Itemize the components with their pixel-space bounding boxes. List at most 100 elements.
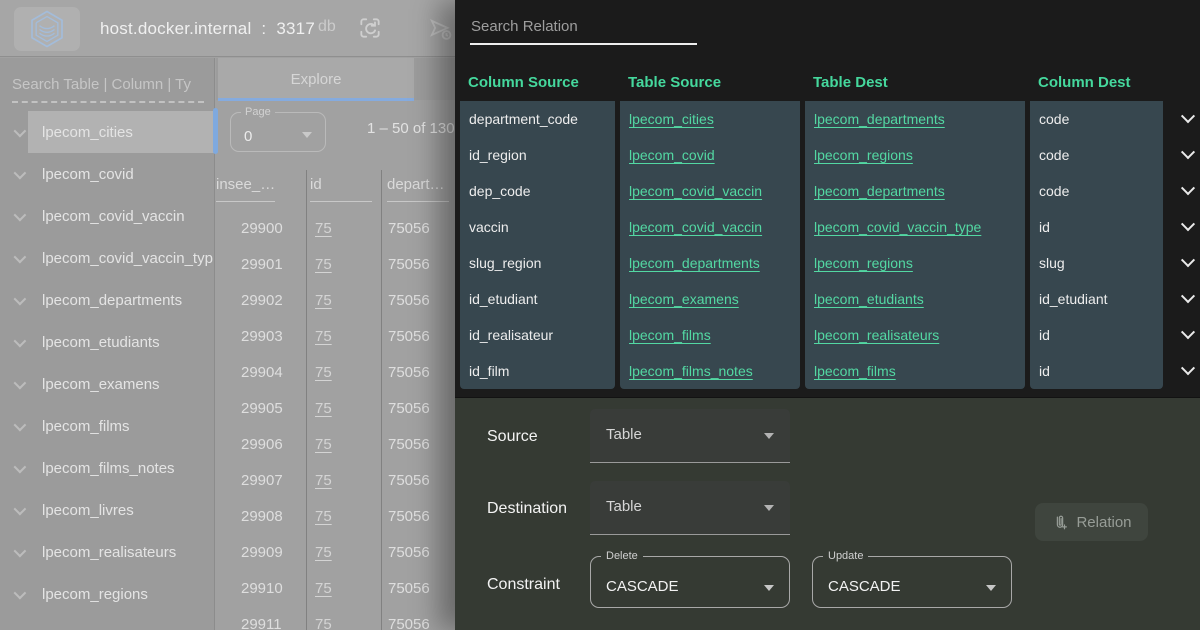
- relation-table-source-link[interactable]: lpecom_cities: [629, 111, 714, 127]
- update-legend: Update: [823, 550, 868, 562]
- chevron-down-icon[interactable]: [14, 418, 27, 431]
- relation-table-dest-link[interactable]: lpecom_departments: [814, 111, 945, 127]
- relation-table-source-link[interactable]: lpecom_departments: [629, 255, 760, 271]
- source-select[interactable]: Table: [590, 409, 790, 463]
- cell-department-link[interactable]: 75: [306, 400, 381, 417]
- sidebar-table-item[interactable]: lpecom_regions: [0, 573, 214, 615]
- relation-table-dest-link[interactable]: lpecom_covid_vaccin_type: [814, 219, 981, 235]
- expand-chevron-icon[interactable]: [1181, 181, 1195, 195]
- table-name: lpecom_regions: [42, 586, 148, 603]
- cell-department-link[interactable]: 75: [306, 292, 381, 309]
- relation-form: Source Table Destination Table Constrain…: [455, 397, 1200, 630]
- chevron-down-icon[interactable]: [14, 544, 27, 557]
- expand-chevron-icon[interactable]: [1181, 253, 1195, 267]
- grid-column-header[interactable]: depart…: [387, 176, 449, 202]
- update-constraint-select[interactable]: Update CASCADE: [812, 550, 1012, 608]
- expand-chevron-icon[interactable]: [1181, 109, 1195, 123]
- cell-department-link[interactable]: 75: [306, 436, 381, 453]
- cell-department-link[interactable]: 75: [306, 220, 381, 237]
- delete-constraint-value: CASCADE: [606, 578, 679, 595]
- relation-table-source-link[interactable]: lpecom_covid_vaccin: [629, 219, 762, 235]
- cell-department-link[interactable]: 75: [306, 328, 381, 345]
- relation-table-source-link[interactable]: lpecom_covid: [629, 147, 715, 163]
- cell-insee: 75056: [381, 472, 430, 489]
- relation-table-source-link[interactable]: lpecom_examens: [629, 291, 739, 307]
- expand-chevron-icon[interactable]: [1181, 325, 1195, 339]
- cell-department-link[interactable]: 75: [306, 544, 381, 561]
- page-select[interactable]: Page 0: [230, 106, 326, 152]
- cell-insee: 75056: [381, 256, 430, 273]
- chevron-down-icon[interactable]: [14, 292, 27, 305]
- relation-table-dest-link[interactable]: lpecom_departments: [814, 183, 945, 199]
- chevron-down-icon[interactable]: [14, 460, 27, 473]
- cell-department-link[interactable]: 75: [306, 508, 381, 525]
- relation-table-dest-link[interactable]: lpecom_regions: [814, 147, 913, 163]
- relation-table-source-link[interactable]: lpecom_films: [629, 327, 711, 343]
- expand-chevron-icon[interactable]: [1181, 217, 1195, 231]
- explore-panel: Explore Page 0 1 – 50 of 1304 id: [216, 58, 455, 630]
- add-relation-button[interactable]: Relation: [1035, 503, 1148, 541]
- chevron-down-icon[interactable]: [14, 124, 27, 137]
- sidebar-table-item[interactable]: lpecom_examens: [0, 363, 214, 405]
- send-schedule-icon[interactable]: [427, 16, 453, 42]
- relation-table-dest-link[interactable]: lpecom_regions: [814, 255, 913, 271]
- app-logo[interactable]: [14, 7, 80, 51]
- add-relation-button-label: Relation: [1076, 514, 1131, 531]
- expand-chevron-icon[interactable]: [1181, 145, 1195, 159]
- search-table-input[interactable]: [12, 72, 204, 103]
- relation-search: [470, 12, 697, 45]
- relation-table-dest-link[interactable]: lpecom_films: [814, 363, 896, 379]
- cell-department-link[interactable]: 75: [306, 256, 381, 273]
- tab-explore[interactable]: Explore: [218, 58, 414, 100]
- destination-select[interactable]: Table: [590, 481, 790, 535]
- table-name: lpecom_films: [42, 418, 130, 435]
- relation-column-source: id_film: [460, 353, 615, 389]
- delete-legend: Delete: [601, 550, 643, 562]
- cell-id: 29910: [216, 580, 306, 597]
- sidebar-table-item[interactable]: lpecom_realisateurs: [0, 531, 214, 573]
- relation-table-source-link[interactable]: lpecom_films_notes: [629, 363, 753, 379]
- chevron-down-icon[interactable]: [14, 334, 27, 347]
- chevron-down-icon[interactable]: [14, 166, 27, 179]
- cell-insee: 75056: [381, 616, 430, 630]
- grid-column-header[interactable]: id: [310, 176, 372, 202]
- expand-chevron-icon[interactable]: [1181, 361, 1195, 375]
- sidebar-table-item[interactable]: lpecom_films_notes: [0, 447, 214, 489]
- chevron-down-icon[interactable]: [14, 586, 27, 599]
- cell-department-link[interactable]: 75: [306, 616, 381, 630]
- relation-column-source: id_region: [460, 137, 615, 173]
- sidebar-table-item[interactable]: lpecom_cities: [0, 111, 214, 153]
- chevron-down-icon[interactable]: [14, 502, 27, 515]
- delete-constraint-select[interactable]: Delete CASCADE: [590, 550, 790, 608]
- relation-table-dest-link[interactable]: lpecom_realisateurs: [814, 327, 939, 343]
- sidebar-table-item[interactable]: lpecom_livres: [0, 489, 214, 531]
- relation-table-source-link[interactable]: lpecom_covid_vaccin: [629, 183, 762, 199]
- relation-column-dest: id: [1030, 353, 1163, 389]
- cell-department-link[interactable]: 75: [306, 364, 381, 381]
- connection-port: 3317: [276, 19, 315, 39]
- sidebar-table-item[interactable]: lpecom_covid: [0, 153, 214, 195]
- sidebar-table-item[interactable]: lpecom_covid_vaccin: [0, 195, 214, 237]
- cell-department-link[interactable]: 75: [306, 580, 381, 597]
- chevron-down-icon[interactable]: [14, 250, 27, 263]
- relation-table-dest-link[interactable]: lpecom_etudiants: [814, 291, 924, 307]
- grid-column-header[interactable]: insee_…: [216, 176, 275, 202]
- sidebar-table-item[interactable]: lpecom_films: [0, 405, 214, 447]
- scan-refresh-icon[interactable]: [357, 15, 383, 41]
- cell-department-link[interactable]: 75: [306, 472, 381, 489]
- relation-table: department_code lpecom_cities lpecom_dep…: [460, 101, 1200, 389]
- sidebar-table-item[interactable]: lpecom_etudiants: [0, 321, 214, 363]
- sidebar-table-item[interactable]: lpecom_departments: [0, 279, 214, 321]
- data-grid-row: 29900 75 75056: [216, 210, 455, 246]
- cell-insee: 75056: [381, 508, 430, 525]
- expand-chevron-icon[interactable]: [1181, 289, 1195, 303]
- chevron-down-icon[interactable]: [14, 376, 27, 389]
- cell-insee: 75056: [381, 364, 430, 381]
- connection-host: host.docker.internal: [100, 19, 251, 39]
- pagination-bar: Page 0 1 – 50 of 1304: [216, 104, 455, 160]
- data-grid-row: 29906 75 75056: [216, 426, 455, 462]
- cell-insee: 75056: [381, 292, 430, 309]
- search-relation-input[interactable]: [470, 12, 697, 45]
- sidebar-table-item[interactable]: lpecom_covid_vaccin_typ: [0, 237, 214, 279]
- chevron-down-icon[interactable]: [14, 208, 27, 221]
